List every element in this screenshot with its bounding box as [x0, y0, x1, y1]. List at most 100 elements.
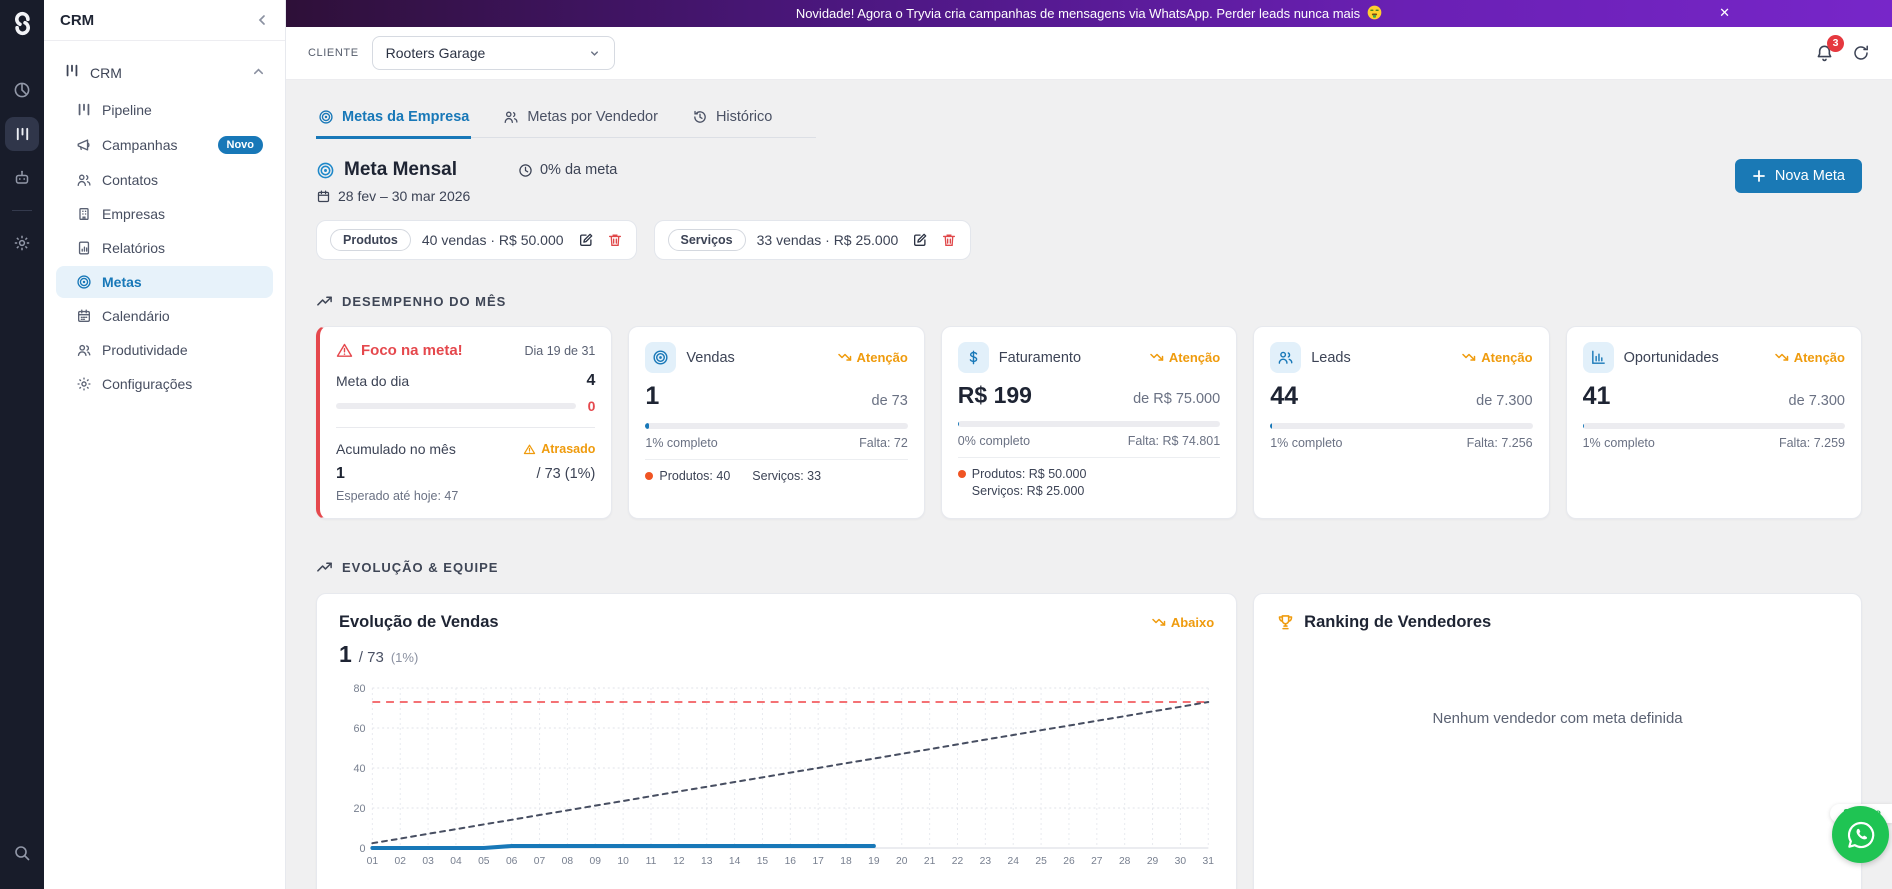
svg-text:28: 28	[1119, 856, 1131, 867]
stat-value: R$ 199	[957, 382, 1032, 408]
ranking-empty-message: Nenhum vendedor com meta definida	[1432, 710, 1683, 727]
svg-text:06: 06	[506, 856, 518, 867]
sidebar-item-empresas[interactable]: Empresas	[56, 198, 273, 230]
trend-down-wave-icon	[1150, 353, 1164, 361]
ranking-title: Ranking de Vendedores	[1304, 613, 1492, 631]
edit-goal-icon[interactable]	[578, 232, 594, 248]
menu-group-crm[interactable]: CRM	[56, 57, 273, 88]
sidebar-item-label: Empresas	[102, 206, 166, 222]
sidebar-item-label: Contatos	[102, 172, 159, 188]
bot-icon[interactable]	[5, 161, 39, 195]
settings-gear-icon[interactable]	[5, 226, 39, 260]
edit-goal-icon[interactable]	[912, 232, 928, 248]
plus-icon	[1752, 170, 1765, 182]
legend-produtos: Produtos: R$ 50.000	[971, 467, 1087, 481]
sidebar-item-produtividade[interactable]: Produtividade	[56, 334, 273, 366]
missing-label: Falta: R$ 74.801	[1127, 434, 1221, 448]
meta-progress-label: 0% da meta	[539, 162, 618, 178]
svg-text:15: 15	[757, 856, 769, 867]
tab-metas-por-vendedor[interactable]: Metas por Vendedor	[501, 100, 660, 139]
sidebar-collapse-chevron-icon[interactable]	[255, 13, 269, 27]
trend-down-wave-icon	[1152, 618, 1166, 626]
missing-label: Falta: 7.259	[1778, 436, 1845, 450]
sidebar-item-campanhas[interactable]: Campanhas Novo	[56, 128, 273, 162]
whatsapp-support-button[interactable]	[1832, 806, 1889, 863]
pct-complete-label: 1% completo	[1270, 436, 1343, 450]
svg-text:24: 24	[1007, 856, 1019, 867]
main-column: Novidade! Agora o Tryvia cria campanhas …	[286, 0, 1892, 889]
svg-text:02: 02	[394, 856, 406, 867]
stat-value: 1	[645, 382, 660, 410]
section-heading-label: DESEMPENHO DO MÊS	[342, 294, 507, 309]
target-icon	[645, 342, 677, 373]
delete-goal-icon[interactable]	[607, 232, 623, 248]
stat-value: 41	[1582, 382, 1611, 410]
svg-text:04: 04	[450, 856, 462, 867]
sidebar-item-metas[interactable]: Metas	[56, 266, 273, 298]
svg-text:12: 12	[673, 856, 685, 867]
svg-text:03: 03	[422, 856, 434, 867]
goal-chip-servicos: Serviços 33 vendas · R$ 25.000	[653, 220, 972, 260]
alert-triangle-icon	[336, 343, 353, 357]
attention-badge: Atenção	[1462, 350, 1533, 365]
banner-close-icon[interactable]: ✕	[1719, 4, 1730, 22]
crm-pipeline-icon[interactable]	[5, 117, 39, 151]
whatsapp-icon	[1847, 821, 1874, 848]
legend-produtos: Produtos: 40	[659, 469, 731, 483]
missing-label: Falta: 7.256	[1466, 436, 1533, 450]
dashboard-pie-icon[interactable]	[5, 73, 39, 107]
legend-servicos: Serviços: 33	[752, 469, 822, 483]
delete-goal-icon[interactable]	[941, 232, 957, 248]
svg-text:29: 29	[1147, 856, 1159, 867]
goal-chips: Produtos 40 vendas · R$ 50.000 Serviços …	[316, 220, 1862, 260]
accum-of: / 73 (1%)	[536, 466, 596, 482]
evolution-value: 1	[339, 641, 352, 667]
nova-meta-button[interactable]: Nova Meta	[1734, 159, 1862, 193]
trend-up-icon	[317, 296, 332, 306]
divider	[336, 427, 596, 428]
abaixo-label: Abaixo	[1170, 615, 1215, 630]
sidebar-item-pipeline[interactable]: Pipeline	[56, 94, 273, 126]
svg-text:0: 0	[359, 843, 365, 855]
tab-historico[interactable]: Histórico	[690, 100, 774, 139]
sidebar-item-relatorios[interactable]: Relatórios	[56, 232, 273, 264]
sidebar-menu: CRM Pipeline Campanhas Novo Contatos Emp…	[44, 41, 285, 418]
sidebar-item-label: Produtividade	[102, 342, 188, 358]
sidebar-item-label: Metas	[102, 274, 142, 290]
legend-servicos: Serviços: R$ 25.000	[971, 484, 1085, 498]
notifications-button[interactable]: 3	[1815, 34, 1844, 63]
client-select-value: Rooters Garage	[385, 45, 486, 61]
sidebar-item-contatos[interactable]: Contatos	[56, 164, 273, 196]
tab-metas-da-empresa[interactable]: Metas da Empresa	[316, 100, 472, 139]
sidebar-item-calendario[interactable]: Calendário	[56, 300, 273, 332]
search-icon[interactable]	[5, 836, 39, 870]
svg-text:80: 80	[353, 683, 365, 695]
status-label: Atrasado	[541, 442, 596, 456]
users-icon	[1270, 342, 1302, 373]
stat-label: Faturamento	[998, 349, 1082, 366]
daily-goal-value: 4	[586, 372, 596, 389]
sidebar-item-label: Relatórios	[102, 240, 166, 256]
expected-label: Esperado até hoje: 47	[336, 489, 459, 503]
pct-complete-label: 0% completo	[957, 434, 1031, 448]
evolution-pct: (1%)	[390, 650, 419, 665]
target-icon	[319, 110, 333, 124]
svg-text:13: 13	[701, 856, 713, 867]
stat-progress-bar	[957, 421, 1221, 427]
target-icon	[317, 162, 334, 178]
pipeline-icon	[64, 63, 80, 82]
client-select[interactable]: Rooters Garage	[371, 36, 615, 70]
sidebar-item-label: Campanhas	[102, 137, 178, 153]
svg-text:14: 14	[729, 856, 741, 867]
performance-cards: Foco na meta! Dia 19 de 31 Meta do dia 4…	[316, 326, 1862, 519]
accum-label: Acumulado no mês	[336, 441, 456, 457]
sidebar-item-configuracoes[interactable]: Configurações	[56, 368, 273, 400]
svg-text:01: 01	[367, 856, 379, 867]
trend-down-wave-icon	[1774, 353, 1788, 361]
attention-badge: Atenção	[837, 350, 908, 365]
refresh-button[interactable]	[1852, 44, 1870, 62]
target-icon	[76, 274, 92, 290]
money-mouth-emoji	[1367, 5, 1382, 23]
svg-text:09: 09	[590, 856, 602, 867]
refresh-icon	[1854, 45, 1868, 60]
